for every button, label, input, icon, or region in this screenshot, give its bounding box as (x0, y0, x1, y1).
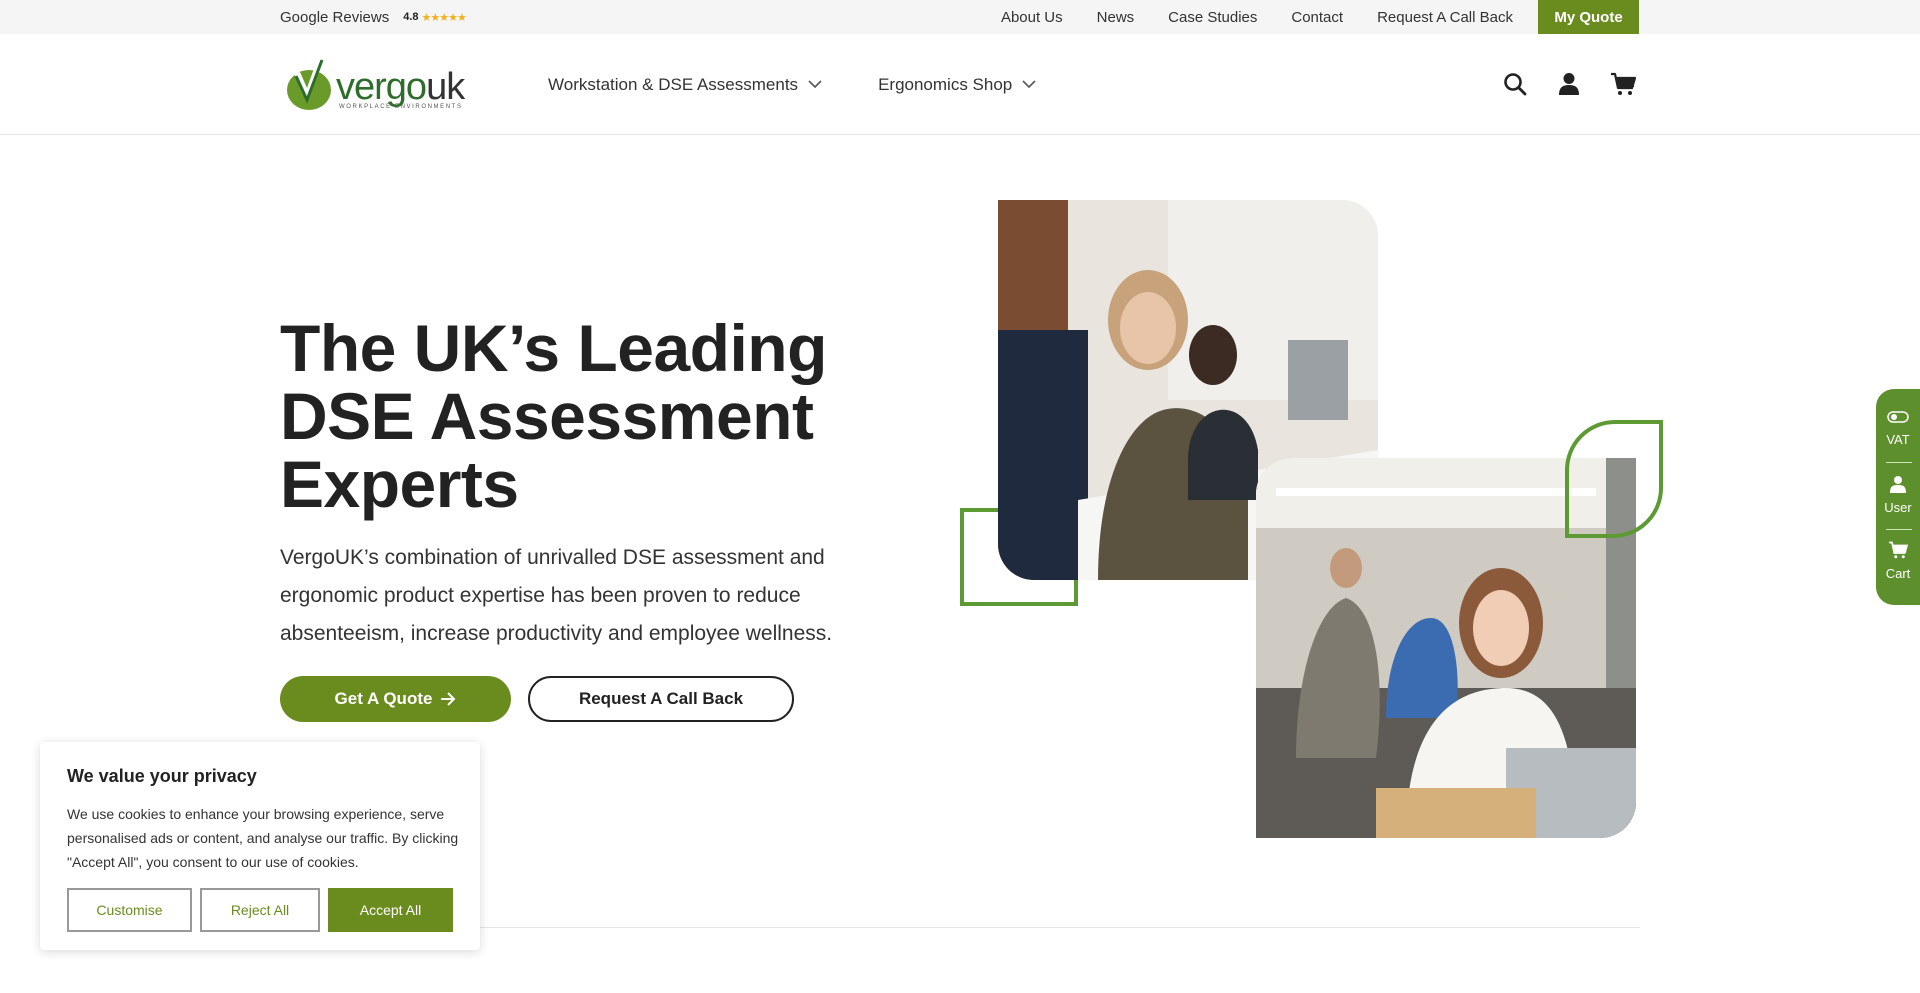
decorative-leaf-outline (1565, 420, 1663, 538)
user-icon (1890, 476, 1906, 493)
search-icon[interactable] (1499, 68, 1531, 100)
side-quick-tab: VAT User Cart (1876, 389, 1920, 605)
review-score: 4.8 (403, 11, 419, 23)
top-link-contact[interactable]: Contact (1291, 9, 1343, 26)
vat-toggle[interactable]: VAT (1876, 411, 1920, 447)
header-icons (1477, 68, 1639, 100)
top-link-about-us[interactable]: About Us (1001, 9, 1063, 26)
google-reviews-label: Google Reviews (280, 8, 390, 26)
nav-ergonomics-shop[interactable]: Ergonomics Shop (878, 75, 1036, 95)
account-icon[interactable] (1553, 68, 1585, 100)
top-link-news[interactable]: News (1097, 9, 1135, 26)
site-header: vergouk WORKPLACE ENVIRONMENTS Workstati… (0, 34, 1920, 135)
main-nav: Workstation & DSE Assessments Ergonomics… (548, 34, 1092, 135)
top-nav: About Us News Case Studies Contact Reque… (967, 0, 1639, 34)
sidetab-divider (1886, 529, 1912, 530)
accept-all-button[interactable]: Accept All (328, 888, 453, 932)
nav-workstation-dse-assessments[interactable]: Workstation & DSE Assessments (548, 75, 822, 95)
chevron-down-icon (808, 80, 822, 89)
sidetab-user[interactable]: User (1876, 475, 1920, 515)
cart-icon[interactable] (1607, 68, 1639, 100)
request-call-back-button[interactable]: Request A Call Back (528, 676, 794, 722)
chevron-down-icon (1022, 80, 1036, 89)
star-rating-icon: ★★★★★ (421, 11, 467, 24)
cookie-title: We value your privacy (67, 766, 257, 786)
logo-tagline: WORKPLACE ENVIRONMENTS (339, 104, 463, 110)
sidetab-cart[interactable]: Cart (1876, 541, 1920, 581)
hero-description: VergoUK’s combination of unrivalled DSE … (280, 546, 833, 645)
top-link-case-studies[interactable]: Case Studies (1168, 9, 1257, 26)
reject-all-button[interactable]: Reject All (200, 888, 320, 932)
cart-icon (1889, 541, 1909, 559)
toggle-icon (1887, 411, 1909, 423)
my-quote-button[interactable]: My Quote (1538, 0, 1639, 34)
arrow-right-icon (441, 692, 456, 706)
hero-title: The UK’s Leading DSE Assessment Experts (280, 311, 827, 521)
customise-button[interactable]: Customise (67, 888, 192, 932)
vergouk-logo[interactable]: vergouk WORKPLACE ENVIRONMENTS (284, 56, 479, 114)
get-a-quote-button[interactable]: Get A Quote (280, 676, 511, 722)
cookie-text: We use cookies to enhance your browsing … (67, 806, 459, 870)
leaf-logo-icon (287, 58, 331, 110)
google-reviews[interactable]: Google Reviews 4.8 ★★★★★ (280, 0, 467, 34)
cookie-consent-banner: We value your privacy We use cookies to … (40, 742, 480, 950)
sidetab-divider (1886, 462, 1912, 463)
logo-wordmark: vergouk (336, 66, 465, 108)
top-link-request-call-back[interactable]: Request A Call Back (1377, 9, 1513, 26)
top-utility-bar: Google Reviews 4.8 ★★★★★ About Us News C… (0, 0, 1920, 34)
section-divider (280, 927, 1640, 928)
